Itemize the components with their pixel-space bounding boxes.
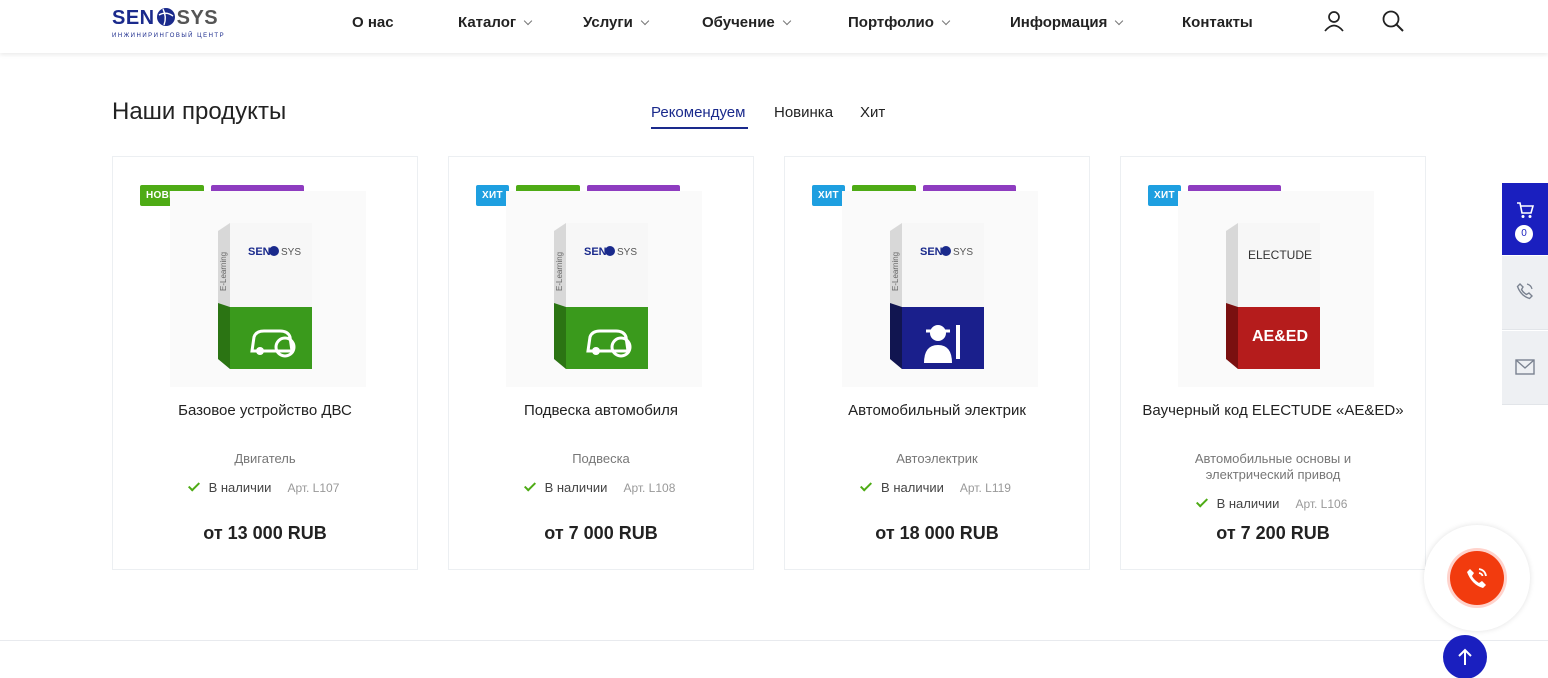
stock-status: В наличии Арт. L108 (449, 479, 753, 495)
section-title: Наши продукты (112, 98, 287, 125)
svg-text:SYS: SYS (617, 247, 637, 258)
product-card[interactable]: НОВИНКА РЕКОМЕНДУЕМ SEN SYS E-Learning Б… (112, 156, 418, 570)
site-header: SEN SYS ИНЖИНИРИНГОВЫЙ ЦЕНТР О нас Катало… (0, 0, 1548, 53)
chevron-down-icon (941, 16, 951, 25)
svg-text:E-Learning: E-Learning (555, 252, 564, 291)
check-icon (860, 479, 873, 492)
nav-item-info[interactable]: Информация (1010, 14, 1124, 31)
badge-hit: ХИТ (1148, 185, 1181, 206)
side-mail-button[interactable] (1502, 331, 1548, 405)
nav-item-services[interactable]: Услуги (583, 14, 650, 31)
product-price: от 18 000 RUB (875, 523, 999, 543)
nav-label: Портфолио (848, 14, 934, 31)
product-title[interactable]: Базовое устройство ДВС (133, 401, 397, 421)
logo-text-sen: SEN (112, 7, 155, 29)
phone-icon (1516, 283, 1533, 300)
chevron-down-icon (782, 16, 792, 25)
badge-hit: ХИТ (476, 185, 509, 206)
svg-text:AE&ED: AE&ED (1252, 328, 1308, 345)
cart-count-badge: 0 (1515, 225, 1533, 243)
chevron-down-icon (523, 16, 533, 25)
svg-text:SEN: SEN (248, 246, 271, 258)
scroll-top-button[interactable] (1443, 635, 1487, 678)
stock-label: В наличии (1216, 496, 1280, 511)
svg-text:SEN: SEN (584, 246, 607, 258)
product-category: Подвеска (572, 451, 630, 466)
phone-icon (1467, 568, 1487, 588)
tab-new[interactable]: Новинка (774, 104, 833, 121)
side-cart-button[interactable]: 0 (1502, 183, 1548, 255)
svg-text:SEN: SEN (920, 246, 943, 258)
nav-item-catalog[interactable]: Каталог (458, 14, 533, 31)
tab-hit[interactable]: Хит (860, 104, 885, 121)
product-title[interactable]: Ваучерный код ELECTUDE «AE&ED» (1141, 401, 1405, 421)
nav-label: Контакты (1182, 14, 1253, 31)
nav-label: Услуги (583, 14, 633, 31)
svg-text:E-Learning: E-Learning (891, 252, 900, 291)
stock-status: В наличии Арт. L107 (113, 479, 417, 495)
product-image[interactable]: SEN SYS E-Learning (506, 191, 702, 387)
stock-status: В наличии Арт. L106 (1121, 495, 1425, 511)
nav-item-portfolio[interactable]: Портфолио (848, 14, 951, 31)
product-category: Автоэлектрик (896, 451, 978, 466)
stock-label: В наличии (881, 480, 944, 495)
logo-subtitle: ИНЖИНИРИНГОВЫЙ ЦЕНТР (112, 33, 226, 39)
user-icon[interactable] (1322, 9, 1346, 33)
globe-icon (156, 8, 175, 26)
stock-label: В наличии (208, 480, 272, 495)
article-number: Арт. L106 (1295, 497, 1348, 511)
section-divider (0, 640, 1548, 641)
stock-label: В наличии (544, 480, 608, 495)
product-card[interactable]: ХИТ НОВИНКА РЕКОМЕНДУЕМ SEN SYS E-Learni… (784, 156, 1090, 570)
chevron-down-icon (1115, 16, 1124, 25)
product-price: от 7 200 RUB (1216, 523, 1330, 543)
article-number: Арт. L108 (623, 481, 676, 495)
chevron-down-icon (640, 16, 650, 25)
tab-recommended[interactable]: Рекомендуем (651, 104, 745, 121)
product-category: Двигатель (234, 451, 296, 466)
product-title[interactable]: Автомобильный электрик (805, 401, 1069, 421)
nav-label: Обучение (702, 14, 775, 31)
callback-button[interactable] (1450, 551, 1504, 605)
product-price: от 7 000 RUB (544, 523, 658, 543)
nav-item-about[interactable]: О нас (352, 14, 394, 31)
product-category: Автомобильные основы и электрический при… (1194, 451, 1352, 482)
tab-active-underline (651, 127, 748, 129)
article-number: Арт. L119 (959, 481, 1011, 495)
product-card[interactable]: ХИТ РЕКОМЕНДУЕМ ELECTUDE AE&ED Ваучерный… (1120, 156, 1426, 570)
svg-text:ELECTUDE: ELECTUDE (1248, 248, 1312, 262)
nav-item-training[interactable]: Обучение (702, 14, 792, 31)
nav-label: Информация (1010, 14, 1108, 31)
svg-text:SYS: SYS (281, 247, 301, 258)
logo[interactable]: SEN SYS ИНЖИНИРИНГОВЫЙ ЦЕНТР (112, 6, 240, 44)
cart-icon (1517, 202, 1534, 218)
svg-text:E-Learning: E-Learning (219, 252, 228, 291)
search-icon[interactable] (1381, 9, 1405, 33)
logo-text-sys: SYS (176, 7, 219, 29)
product-image[interactable]: SEN SYS E-Learning (170, 191, 366, 387)
stock-status: В наличии Арт. L119 (785, 479, 1089, 495)
mail-icon (1515, 359, 1535, 375)
product-image[interactable]: SEN SYS E-Learning (842, 191, 1038, 387)
product-image[interactable]: ELECTUDE AE&ED (1178, 191, 1374, 387)
check-icon (187, 479, 200, 492)
product-price: от 13 000 RUB (203, 523, 327, 543)
article-number: Арт. L107 (287, 481, 340, 495)
svg-text:SYS: SYS (953, 247, 973, 258)
check-icon (1195, 495, 1208, 508)
check-icon (523, 479, 536, 492)
nav-item-contacts[interactable]: Контакты (1182, 14, 1253, 31)
product-title[interactable]: Подвеска автомобиля (469, 401, 733, 421)
nav-label: О нас (352, 14, 394, 31)
badge-hit: ХИТ (812, 185, 845, 206)
arrow-up-icon (1458, 648, 1472, 665)
nav-label: Каталог (458, 14, 517, 31)
side-phone-button[interactable] (1502, 256, 1548, 330)
product-card[interactable]: ХИТ НОВИНКА РЕКОМЕНДУЕМ SEN SYS E-Learni… (448, 156, 754, 570)
